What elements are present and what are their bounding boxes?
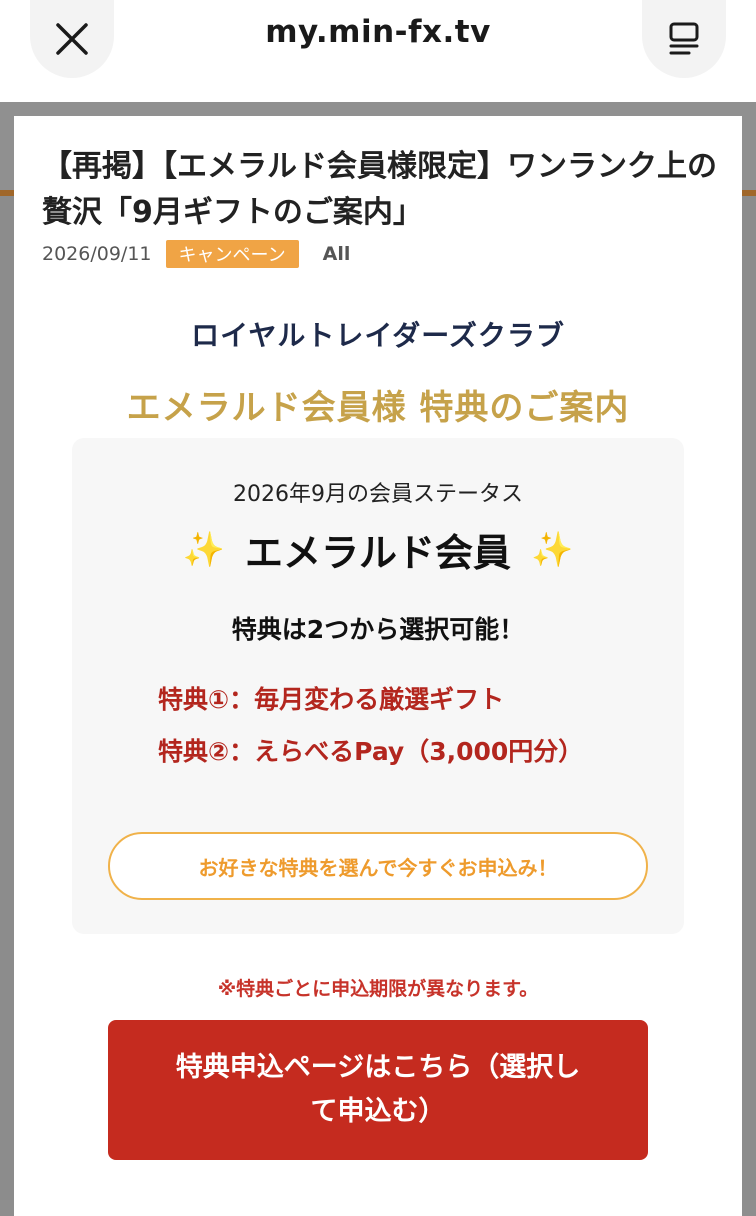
status-label: 2026年9月の会員ステータス bbox=[233, 482, 523, 507]
member-status-card: 2026年9月の会員ステータス ✨ エメラルド会員 ✨ 特典は2つから選択可能！… bbox=[72, 438, 684, 934]
apply-button-label: 特典申込ページはこちら（選択して申込む） bbox=[175, 1052, 581, 1127]
article-sheet: 【再掲】【エメラルド会員様限定】ワンランク上の贅沢「9月ギフトのご案内」 202… bbox=[14, 116, 742, 1216]
benefit-item-pay: 特典②：えらべるPay（3,000円分） bbox=[158, 737, 584, 766]
club-subtitle: エメラルド会員様 特典のご案内 bbox=[126, 388, 630, 428]
background-accent-line-right bbox=[742, 190, 756, 196]
club-name: ロイヤルトレイダーズクラブ bbox=[191, 319, 565, 352]
benefit-cta-pill[interactable]: お好きな特典を選んで今すぐお申込み！ bbox=[108, 832, 648, 900]
post-meta: 2026/09/11 キャンペーン All bbox=[42, 240, 350, 268]
sparkle-icon: ✨ bbox=[182, 529, 225, 570]
sparkle-icon: ✨ bbox=[531, 529, 574, 570]
deadline-note: ※特典ごとに申込期限が異なります。 bbox=[217, 978, 539, 1000]
apply-button[interactable]: 特典申込ページはこちら（選択して申込む） bbox=[108, 1020, 648, 1160]
reader-menu-icon bbox=[669, 22, 699, 55]
benefit-item-gift: 特典①：毎月変わる厳選ギフト bbox=[158, 685, 505, 714]
status-value-row: ✨ エメラルド会員 ✨ bbox=[72, 522, 684, 577]
browser-top-bar: my.min-fx.tv bbox=[0, 0, 756, 102]
benefit-choice-text: 特典は2つから選択可能！ bbox=[231, 615, 525, 644]
audience-tag: All bbox=[322, 243, 351, 265]
category-badge[interactable]: キャンペーン bbox=[165, 240, 299, 268]
post-title: 【再掲】【エメラルド会員様限定】ワンランク上の贅沢「9月ギフトのご案内」 bbox=[42, 149, 717, 230]
background-accent-line-left bbox=[0, 190, 14, 196]
status-value: エメラルド会員 bbox=[244, 531, 511, 575]
post-date: 2026/09/11 bbox=[42, 243, 152, 265]
reader-menu-button[interactable] bbox=[642, 0, 726, 78]
